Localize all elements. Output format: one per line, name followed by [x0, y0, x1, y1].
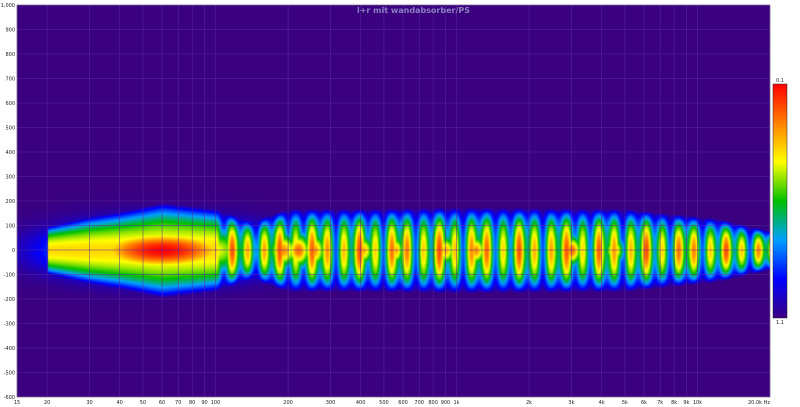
x-tick-label: 300 [326, 400, 336, 406]
y-tick-label: 700 [5, 77, 15, 83]
x-tick-label: 70 [175, 400, 181, 406]
x-tick-label: 3k [568, 400, 574, 406]
y-tick-label: 500 [5, 126, 15, 132]
x-tick-label: 700 [414, 400, 424, 406]
colorbar-max-label: 0.1 [776, 78, 784, 84]
x-axis-ticks: 15 20 30 40 50 60 70 80 90 100 200 300 400 500 600 700 8… [14, 400, 771, 406]
x-tick-label: 8k [671, 400, 677, 406]
y-tick-label: 800 [5, 52, 15, 58]
x-tick-label: 7k [657, 400, 663, 406]
x-tick-label: 400 [356, 400, 366, 406]
y-tick-label: -600 [4, 395, 15, 401]
y-tick-label: 200 [5, 199, 15, 205]
x-tick-label: 50 [140, 400, 146, 406]
y-tick-label: -200 [4, 297, 15, 303]
x-tick-label: 20 [44, 400, 50, 406]
x-tick-label: 1k [453, 400, 459, 406]
x-tick-label: 10k [693, 400, 702, 406]
y-tick-label: 300 [5, 175, 15, 181]
x-tick-label: 90 [201, 400, 207, 406]
colorbar-min-label: 1.1 [776, 320, 784, 326]
y-axis-ticks: -600 -500 -400 -300 -200 -100 0 100 200 300 400 500… [1, 3, 15, 401]
chart-title: l+r mit wandabsorber/PS [357, 6, 470, 15]
x-tick-label: 6k [641, 400, 647, 406]
y-tick-label: -500 [4, 371, 15, 377]
x-tick-label: 100 [211, 400, 221, 406]
y-tick-label: 900 [5, 28, 15, 34]
y-tick-label: -400 [4, 346, 15, 352]
colorbar [772, 83, 788, 319]
y-tick-label: -100 [4, 273, 15, 279]
x-tick-label: 4k [599, 400, 605, 406]
x-tick-label: 9k [683, 400, 689, 406]
x-tick-label: 40 [116, 400, 122, 406]
y-tick-label: -300 [4, 322, 15, 328]
x-tick-label: 200 [283, 400, 293, 406]
x-tick-label: 30 [86, 400, 92, 406]
y-tick-label: 1,000 [1, 3, 15, 9]
x-tick-label: 800 [428, 400, 438, 406]
y-tick-label: 0 [12, 248, 15, 254]
x-tick-label: 5k [622, 400, 628, 406]
x-tick-label: 600 [398, 400, 408, 406]
x-tick-label: 900 [441, 400, 451, 406]
x-tick-label: 2k [526, 400, 532, 406]
x-tick-label: 500 [379, 400, 389, 406]
y-tick-label: 400 [5, 150, 15, 156]
x-tick-label: 20.0k Hz [748, 400, 770, 406]
x-tick-label: 60 [159, 400, 165, 406]
y-tick-label: 600 [5, 101, 15, 107]
waterfall-chart: 15 20 30 40 50 60 70 80 90 100 200 300 400 500 600 700 8… [1, 3, 788, 406]
y-tick-label: 100 [5, 224, 15, 230]
x-tick-label: 80 [189, 400, 195, 406]
